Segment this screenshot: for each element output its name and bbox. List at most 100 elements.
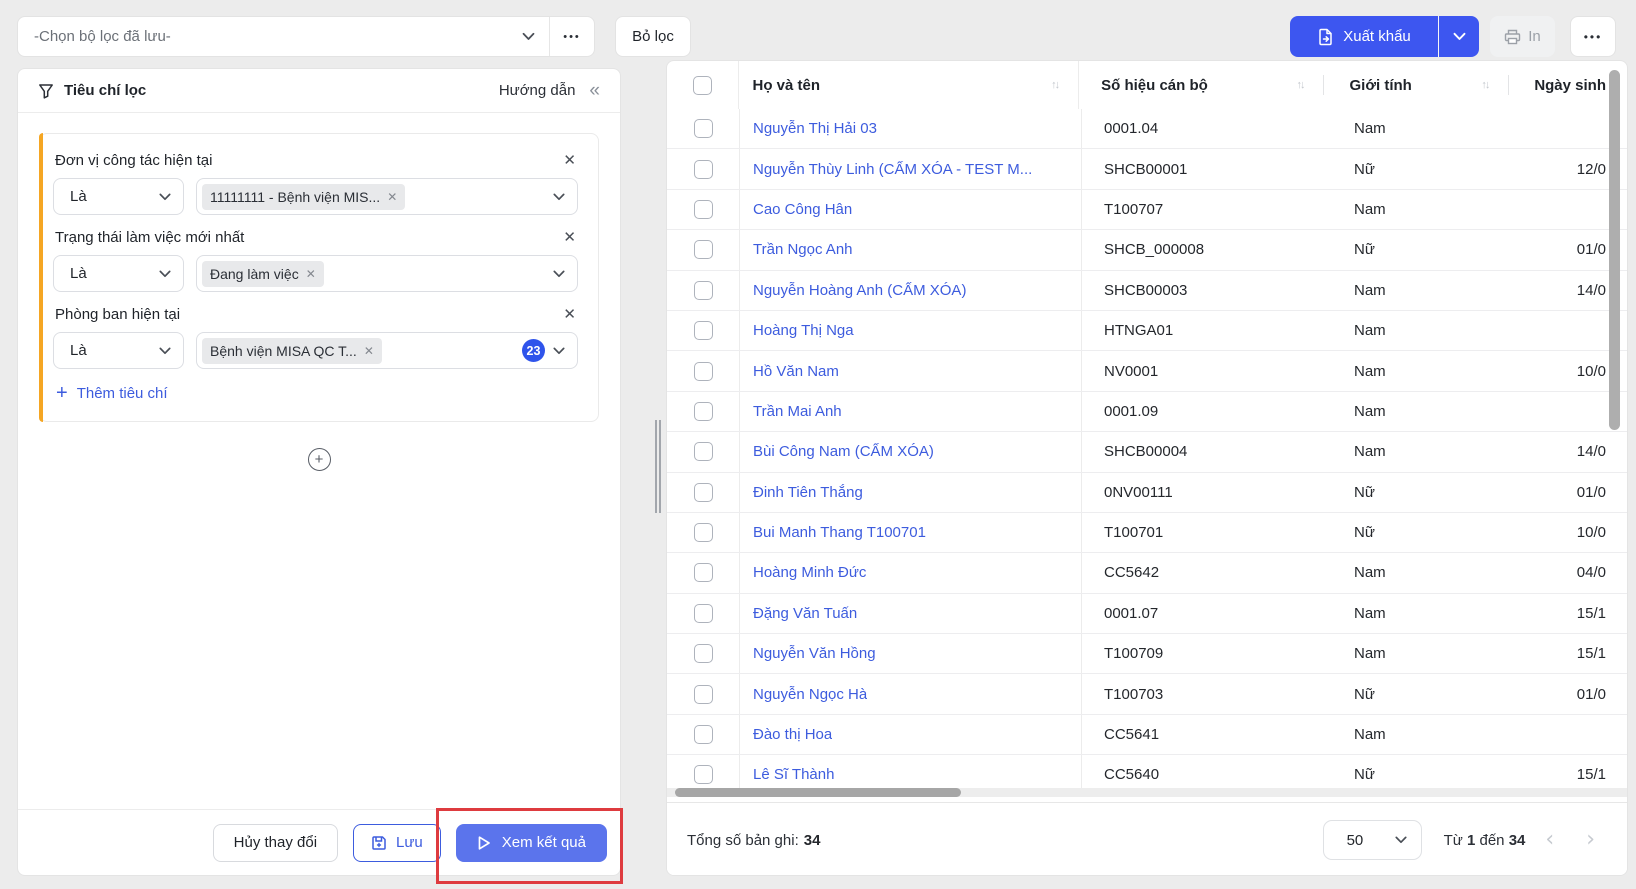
add-criteria-link[interactable]: + Thêm tiêu chí [56, 383, 578, 403]
value-multiselect[interactable]: 11111111 - Bệnh viện MIS... ✕ [196, 178, 578, 215]
filter-panel-title: Tiêu chí lọc [64, 82, 146, 99]
table-row: Bùi Công Nam (CẤM XÓA) SHCB00004 Nam 14/… [667, 432, 1627, 472]
horizontal-scrollbar-thumb[interactable] [675, 788, 961, 797]
previous-page-button[interactable]: ‹ [1545, 829, 1554, 851]
employee-name-link[interactable]: Nguyễn Hoàng Anh (CẤM XÓA) [753, 282, 966, 299]
column-label: Số hiệu cán bộ [1101, 77, 1208, 94]
collapse-panel-icon[interactable]: « [589, 81, 600, 100]
row-checkbox[interactable] [694, 563, 713, 582]
remove-tag-icon[interactable]: ✕ [387, 190, 397, 204]
employee-name-link[interactable]: Hồ Văn Nam [753, 363, 839, 380]
row-checkbox[interactable] [694, 200, 713, 219]
employee-code: T100703 [1104, 686, 1163, 703]
accent-bar [39, 133, 43, 422]
employee-name-link[interactable]: Cao Công Hân [753, 201, 852, 218]
selected-count-badge: 23 [522, 339, 545, 362]
row-checkbox[interactable] [694, 240, 713, 259]
employee-dob: 15/1 [1577, 605, 1606, 622]
employee-gender: Nam [1354, 322, 1386, 339]
row-checkbox[interactable] [694, 604, 713, 623]
cancel-changes-button[interactable]: Hủy thay đổi [213, 824, 338, 862]
remove-filter-icon[interactable]: ✕ [563, 230, 576, 245]
table-row: Cao Công Hân T100707 Nam [667, 190, 1627, 230]
row-checkbox[interactable] [694, 685, 713, 704]
export-dropdown-button[interactable] [1439, 16, 1479, 57]
value-multiselect[interactable]: Bệnh viện MISA QC T... ✕ 23 [196, 332, 578, 369]
employee-name-link[interactable]: Đinh Tiên Thắng [753, 484, 863, 501]
employee-name-link[interactable]: Bui Manh Thang T100701 [753, 524, 926, 541]
sort-icon[interactable]: ↑↓ [1051, 79, 1058, 91]
range-join: đến [1479, 832, 1504, 849]
employee-dob: 15/1 [1577, 766, 1606, 783]
employee-name-link[interactable]: Đặng Văn Tuấn [753, 605, 857, 622]
print-label: In [1528, 28, 1541, 45]
guide-link[interactable]: Hướng dẫn [499, 82, 576, 99]
save-label: Lưu [396, 834, 423, 851]
employee-name-link[interactable]: Bùi Công Nam (CẤM XÓA) [753, 443, 934, 460]
table-row: Trần Mai Anh 0001.09 Nam [667, 392, 1627, 432]
employee-name-link[interactable]: Hoàng Thị Nga [753, 322, 854, 339]
saved-filter-placeholder: -Chọn bộ lọc đã lưu- [34, 28, 522, 45]
employee-name-link[interactable]: Hoàng Minh Đức [753, 564, 866, 581]
sort-icon[interactable]: ↑↓ [1296, 79, 1303, 91]
employee-name-link[interactable]: Lê Sĩ Thành [753, 766, 834, 783]
filter-group-phong-ban: Phòng ban hiện tại ✕ Là Bệnh viện MISA Q… [53, 306, 578, 369]
employee-name-link[interactable]: Trần Ngọc Anh [753, 241, 853, 258]
remove-tag-icon[interactable]: ✕ [306, 267, 316, 281]
save-filter-button[interactable]: Lưu [353, 824, 441, 862]
employee-code: SHCB00004 [1104, 443, 1187, 460]
sort-icon[interactable]: ↑↓ [1481, 79, 1488, 91]
view-results-button[interactable]: Xem kết quả [456, 824, 607, 862]
total-records-label: Tổng số bản ghi: [687, 832, 799, 849]
select-all-checkbox[interactable] [693, 76, 712, 95]
remove-filter-icon[interactable]: ✕ [563, 307, 576, 322]
row-checkbox[interactable] [694, 483, 713, 502]
operator-select[interactable]: Là [53, 255, 184, 292]
row-checkbox[interactable] [694, 160, 713, 179]
row-checkbox[interactable] [694, 362, 713, 381]
saved-filter-select[interactable]: -Chọn bộ lọc đã lưu- [18, 17, 549, 56]
employee-table-panel: Họ và tên ↑↓ Số hiệu cán bộ ↑↓ Giới tính… [666, 60, 1628, 876]
remove-filter-icon[interactable]: ✕ [563, 153, 576, 168]
employee-name-link[interactable]: Đào thị Hoa [753, 726, 832, 743]
employee-name-link[interactable]: Nguyễn Thùy Linh (CẤM XÓA - TEST M... [753, 161, 1032, 178]
column-header-name[interactable]: Họ và tên ↑↓ [739, 61, 1079, 109]
operator-select[interactable]: Là [53, 332, 184, 369]
employee-name-link[interactable]: Nguyễn Văn Hồng [753, 645, 876, 662]
next-page-button[interactable]: › [1586, 829, 1595, 851]
row-checkbox[interactable] [694, 523, 713, 542]
vertical-scrollbar-thumb[interactable] [1609, 70, 1620, 430]
row-checkbox[interactable] [694, 644, 713, 663]
toolbar-more-button[interactable]: ••• [1570, 16, 1616, 57]
panel-resize-handle[interactable] [655, 420, 663, 513]
row-checkbox[interactable] [694, 442, 713, 461]
print-button[interactable]: In [1490, 16, 1555, 57]
row-checkbox[interactable] [694, 402, 713, 421]
row-checkbox[interactable] [694, 765, 713, 784]
employee-name-link[interactable]: Trần Mai Anh [753, 403, 842, 420]
operator-select[interactable]: Là [53, 178, 184, 215]
export-split-button: Xuất khẩu [1290, 16, 1479, 57]
row-checkbox[interactable] [694, 119, 713, 138]
column-header-code[interactable]: Số hiệu cán bộ ↑↓ [1079, 61, 1324, 109]
export-button[interactable]: Xuất khẩu [1290, 16, 1438, 57]
table-row: Nguyễn Hoàng Anh (CẤM XÓA) SHCB00003 Nam… [667, 271, 1627, 311]
page-size-select[interactable]: 50 [1323, 820, 1422, 860]
chevron-down-icon [522, 32, 535, 41]
employee-name-link[interactable]: Nguyễn Ngọc Hà [753, 686, 867, 703]
row-checkbox[interactable] [694, 321, 713, 340]
employee-code: T100701 [1104, 524, 1163, 541]
filter-criteria-box: Đơn vị công tác hiện tại ✕ Là 11111111 -… [39, 133, 599, 422]
row-checkbox[interactable] [694, 725, 713, 744]
remove-tag-icon[interactable]: ✕ [364, 344, 374, 358]
value-multiselect[interactable]: Đang làm việc ✕ [196, 255, 578, 292]
export-label: Xuất khẩu [1343, 28, 1411, 45]
saved-filter-more-button[interactable]: ••• [550, 17, 594, 56]
add-group-button[interactable]: + [308, 448, 331, 471]
employee-name-link[interactable]: Nguyễn Thị Hải 03 [753, 120, 877, 137]
column-header-gender[interactable]: Giới tính ↑↓ [1324, 61, 1509, 109]
employee-gender: Nữ [1354, 484, 1375, 501]
horizontal-scrollbar [667, 788, 1627, 797]
row-checkbox[interactable] [694, 281, 713, 300]
clear-filter-button[interactable]: Bỏ lọc [615, 16, 691, 57]
